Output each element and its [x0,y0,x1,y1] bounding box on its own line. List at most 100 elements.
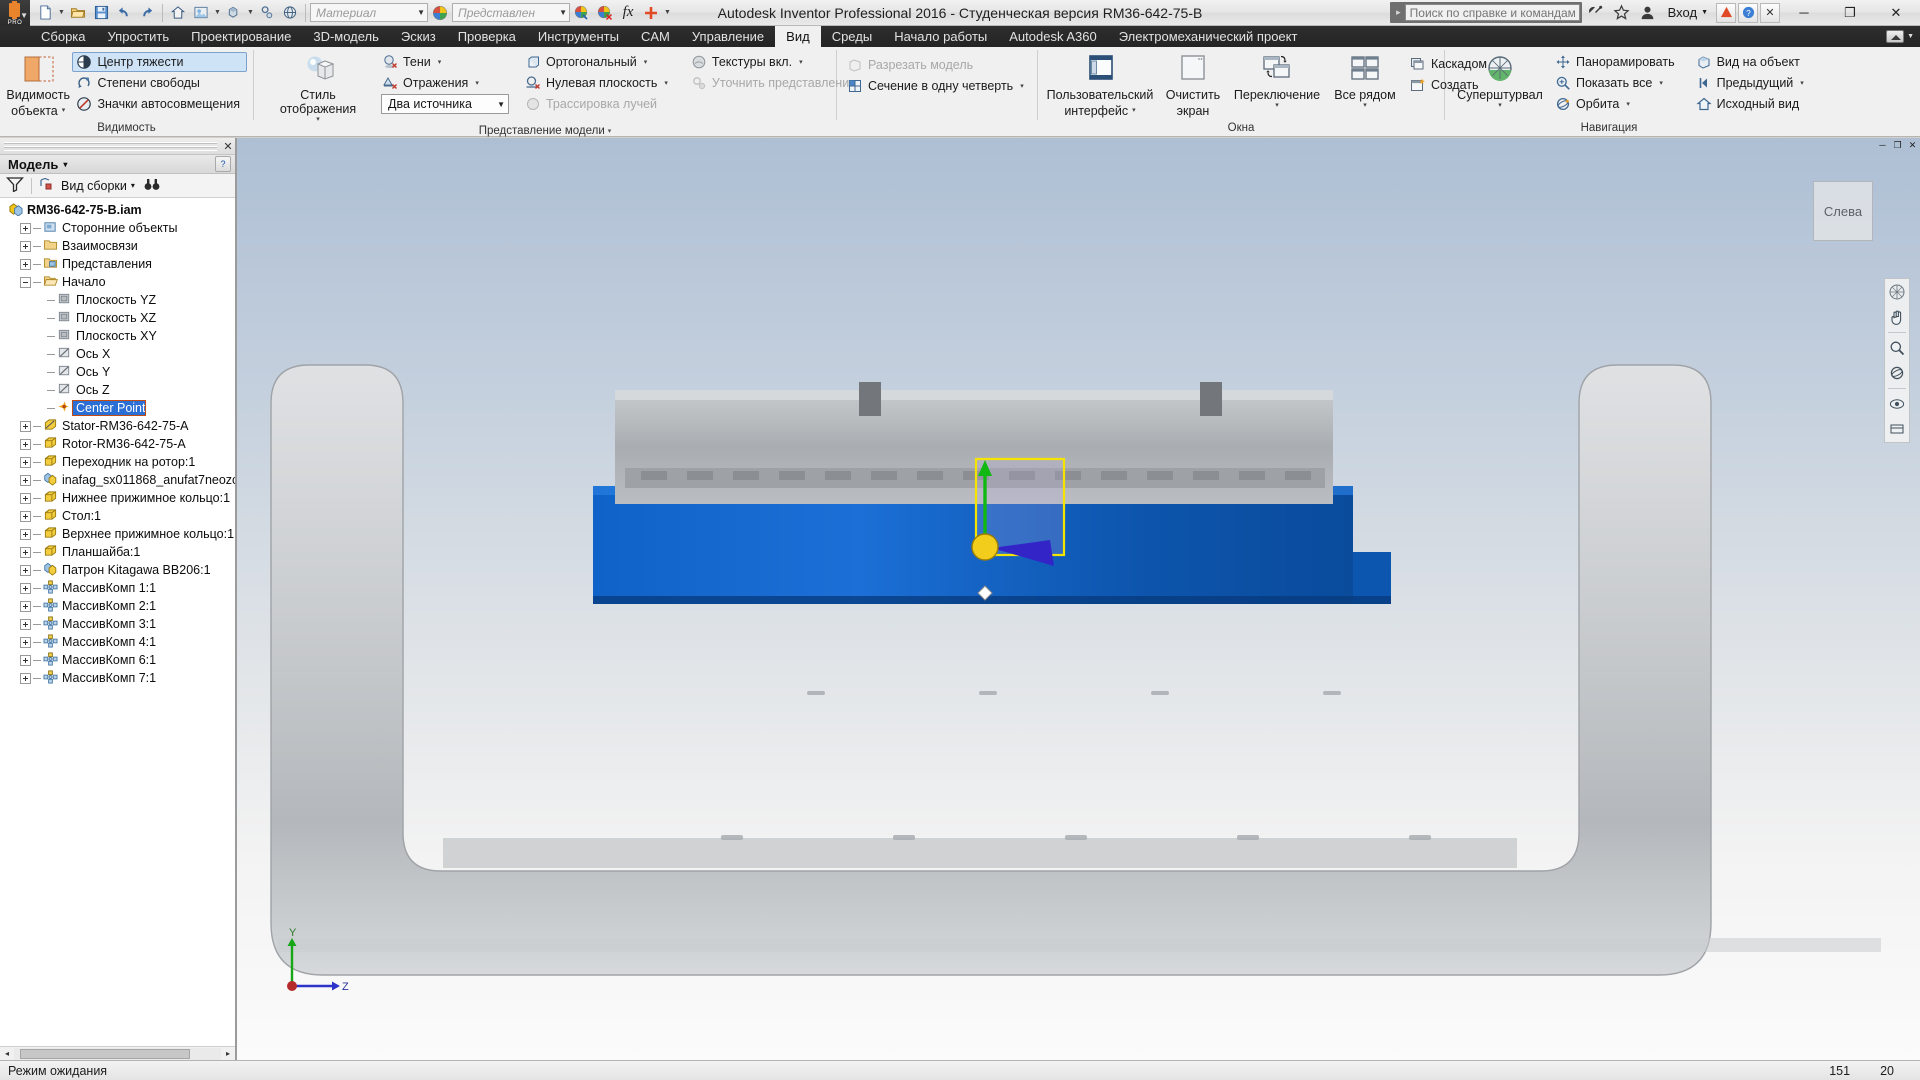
tab-sredy[interactable]: Среды [821,26,884,47]
chevron-down-icon[interactable]: ▾ [1363,102,1367,109]
slice-model-button[interactable]: Разрезать модель [843,55,1031,75]
chevron-down-icon[interactable]: ▼ [57,9,66,16]
chevron-down-icon[interactable]: ▾ [1132,107,1136,114]
tree-item-label[interactable]: Center Point [71,400,147,416]
chevron-down-icon[interactable]: ▾ [608,124,612,139]
expand-icon[interactable] [20,636,31,648]
appearance-combo[interactable]: Представлен ▼ [452,3,570,22]
tree-horizontal-scrollbar[interactable]: ◂ ▸ [0,1046,235,1060]
expand-icon[interactable] [20,564,31,576]
collapse-icon[interactable] [20,276,31,288]
chevron-down-icon[interactable]: ▾ [1275,102,1279,109]
tab-sborka[interactable]: Сборка [30,26,97,47]
tree-row[interactable]: Rotor-RM36-642-75-A [2,435,235,453]
shadows-button[interactable]: Тени ▾ [378,52,509,72]
expand-icon[interactable] [20,618,31,630]
expand-icon[interactable] [20,258,31,270]
chevron-down-icon[interactable]: ▾ [664,79,668,87]
user-interface-button[interactable]: Пользовательский интерфейс ▾ [1044,51,1156,119]
tree-item-label[interactable]: МассивКомп 1:1 [59,581,156,595]
app-logo[interactable]: PRO ▼ [0,0,30,26]
chevron-down-icon[interactable]: ▾ [131,181,135,190]
parameters-fx-button[interactable]: fx [617,2,639,24]
window-minimize-button[interactable]: ─ [1782,0,1826,25]
filter-funnel-icon[interactable] [6,176,24,195]
tab-eskiz[interactable]: Эскиз [390,26,447,47]
satellite-icon[interactable] [1584,1,1608,25]
chevron-down-icon[interactable]: ▼ [20,11,28,20]
tree-item-label[interactable]: inafag_sx011868_anufat7neozcjfxj20 [59,473,235,487]
search-expand-icon[interactable]: ▸ [1392,7,1405,18]
window-maximize-button[interactable]: ❐ [1828,0,1872,25]
drag-grip[interactable] [4,141,217,151]
tree-row[interactable]: Стол:1 [2,507,235,525]
tab-instrumenty[interactable]: Инструменты [527,26,630,47]
scroll-track[interactable] [14,1047,221,1060]
tree-item-label[interactable]: Верхнее прижимное кольцо:1 [59,527,234,541]
minimize-ribbon-button[interactable] [1886,30,1905,43]
window-close-button[interactable]: ✕ [1874,0,1918,25]
chevron-down-icon[interactable]: ▾ [438,58,442,66]
home-view-button[interactable] [167,2,189,24]
chevron-down-icon[interactable]: ▾ [1020,82,1024,90]
expand-icon[interactable] [20,492,31,504]
tree-row[interactable]: МассивКомп 4:1 [2,633,235,651]
assembly-view-selector[interactable]: Вид сборки ▾ [39,177,135,195]
tree-row[interactable]: Center Point [2,399,235,417]
ray-tracing-button[interactable]: Трассировка лучей [521,94,675,114]
browser-title[interactable]: Модель ▾ [8,157,67,172]
save-document-button[interactable] [90,2,112,24]
chevron-down-icon[interactable]: ▾ [1498,102,1502,109]
add-to-toolbar-button[interactable] [640,2,662,24]
customize-quick-access-icon[interactable]: ▼ [663,9,672,16]
tree-row[interactable]: Ось Y [2,363,235,381]
browser-drag-header[interactable]: ✕ [0,138,235,155]
orthographic-button[interactable]: Ортогональный ▾ [521,52,675,72]
chevron-down-icon[interactable]: ▼ [246,9,255,16]
chevron-down-icon[interactable]: ▾ [1659,79,1663,87]
user-icon[interactable] [1636,1,1660,25]
tree-item-label[interactable]: Ось X [73,347,110,361]
tree-item-label[interactable]: Плоскость XY [73,329,157,343]
viewport-restore-button[interactable]: ❐ [1890,138,1905,152]
previous-view-icon[interactable] [1887,419,1907,439]
tree-row[interactable]: Нижнее прижимное кольцо:1 [2,489,235,507]
clean-screen-button[interactable]: Очистить экран [1158,51,1228,119]
tree-item-label[interactable]: RM36-642-75-B.iam [24,203,142,217]
material-swatch-icon[interactable] [429,2,451,24]
browser-close-button[interactable]: ✕ [221,140,235,153]
material-browser-button[interactable] [223,2,245,24]
chevron-down-icon[interactable]: ▼ [1907,33,1914,40]
object-visibility-button[interactable]: Видимость объекта ▾ [6,51,70,119]
zoom-all-button[interactable]: Показать все ▾ [1551,73,1682,93]
tree-row[interactable]: Ось Z [2,381,235,399]
tree-row[interactable]: inafag_sx011868_anufat7neozcjfxj20 [2,471,235,489]
tree-item-label[interactable]: Stator-RM36-642-75-A [59,419,188,433]
home-view-command-button[interactable]: Исходный вид [1692,94,1811,114]
model-tree[interactable]: RM36-642-75-B.iam Сторонние объекты Взаимо… [0,198,235,1046]
chevron-down-icon[interactable]: ▾ [1800,79,1804,87]
appearance-button[interactable] [190,2,212,24]
tree-item-label[interactable]: МассивКомп 4:1 [59,635,156,649]
binoculars-icon[interactable] [143,177,161,195]
tree-item-label[interactable]: Нижнее прижимное кольцо:1 [59,491,230,505]
expand-icon[interactable] [20,456,31,468]
tree-row[interactable]: Планшайба:1 [2,543,235,561]
chevron-down-icon[interactable]: ▾ [799,58,803,66]
lighting-style-combo[interactable]: Два источника ▼ [381,94,509,114]
degrees-of-freedom-button[interactable]: Степени свободы [72,73,247,93]
redo-button[interactable] [136,2,158,24]
pan-button[interactable]: Панорамировать [1551,52,1682,72]
measure-button[interactable] [256,2,278,24]
browser-help-button[interactable]: ? [215,156,231,172]
tree-row[interactable]: Stator-RM36-642-75-A [2,417,235,435]
open-document-button[interactable] [67,2,89,24]
material-combo[interactable]: Материал ▼ [310,3,428,22]
previous-view-button[interactable]: Предыдущий ▾ [1692,73,1811,93]
chevron-down-icon[interactable]: ▾ [63,160,67,169]
expand-icon[interactable] [20,600,31,612]
chevron-down-icon[interactable]: ▾ [644,58,648,66]
tab-cam[interactable]: CAM [630,26,681,47]
tree-row[interactable]: Плоскость XZ [2,309,235,327]
autodesk-exchange-button[interactable] [1716,2,1736,23]
